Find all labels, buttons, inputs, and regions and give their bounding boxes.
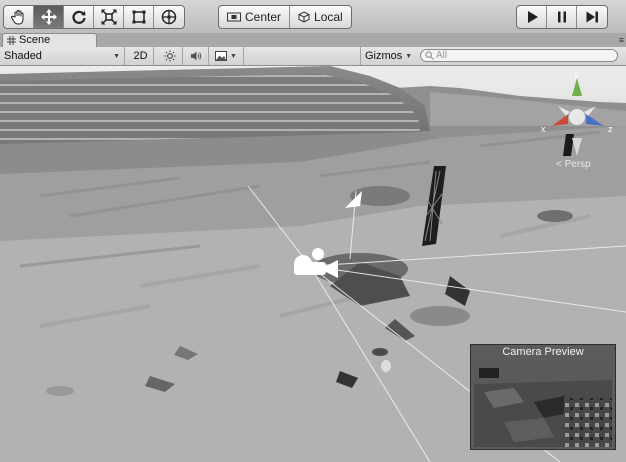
render-mode-label: Shaded xyxy=(4,50,42,62)
gizmos-label: Gizmos xyxy=(365,50,403,62)
transform-tools-group xyxy=(3,5,185,29)
image-icon xyxy=(215,51,227,61)
tab-scene[interactable]: Scene xyxy=(2,33,97,47)
scene-grid-icon xyxy=(7,36,16,45)
hand-icon xyxy=(10,10,23,25)
effects-dropdown[interactable]: ▼ xyxy=(211,47,244,65)
play-icon xyxy=(527,11,538,23)
axis-x-label: x xyxy=(541,124,546,134)
hand-tool-button[interactable] xyxy=(4,6,34,28)
rotate-tool-button[interactable] xyxy=(64,6,94,28)
search-icon xyxy=(425,51,434,60)
mode-2d-label: 2D xyxy=(133,50,148,62)
main-toolbar: Center Local xyxy=(0,0,626,34)
search-input[interactable]: All xyxy=(420,49,618,62)
chevron-down-icon: ▼ xyxy=(230,52,237,60)
camera-preview-image xyxy=(474,362,612,447)
space-label: Local xyxy=(314,10,343,24)
unity-editor-window: Center Local Scene ≡ Shaded ▼ 2D ▼ Gizmo… xyxy=(0,0,626,462)
space-local-button[interactable]: Local xyxy=(290,6,351,28)
rotate-icon xyxy=(71,10,86,24)
audio-toggle[interactable] xyxy=(183,47,209,65)
rect-tool-button[interactable] xyxy=(124,6,154,28)
pivot-label: Center xyxy=(245,10,282,24)
scene-toolbar: Shaded ▼ 2D ▼ Gizmos ▼ All xyxy=(0,47,626,66)
axis-z-label: z xyxy=(608,124,613,134)
rect-tool-icon xyxy=(132,10,145,24)
play-button[interactable] xyxy=(517,6,547,28)
pivot-group: Center Local xyxy=(218,5,352,29)
projection-toggle[interactable]: < Persp xyxy=(556,159,591,170)
tab-menu-icon[interactable]: ≡ xyxy=(619,35,624,45)
move-tool-button[interactable] xyxy=(34,6,64,28)
move-icon xyxy=(40,9,57,25)
transform-tool-button[interactable] xyxy=(154,6,184,28)
render-mode-dropdown[interactable]: Shaded ▼ xyxy=(0,47,125,65)
chevron-down-icon: ▼ xyxy=(113,52,120,60)
scale-tool-button[interactable] xyxy=(94,6,124,28)
speaker-icon xyxy=(190,51,201,61)
camera-preview-panel: Camera Preview xyxy=(470,344,616,450)
pause-icon xyxy=(557,11,566,23)
axis-y-label: y xyxy=(574,70,579,80)
tab-scene-label: Scene xyxy=(19,34,51,46)
step-button[interactable] xyxy=(577,6,607,28)
lighting-toggle[interactable] xyxy=(157,47,183,65)
step-icon xyxy=(586,11,598,23)
scale-icon xyxy=(100,9,117,25)
chevron-down-icon: ▼ xyxy=(405,52,413,60)
scene-viewport[interactable]: y x z < Persp Camera Preview xyxy=(0,66,626,462)
pause-button[interactable] xyxy=(547,6,577,28)
gizmos-dropdown[interactable]: Gizmos ▼ xyxy=(360,47,416,65)
playback-group xyxy=(516,5,608,29)
mode-2d-toggle[interactable]: 2D xyxy=(128,47,154,65)
pivot-icon xyxy=(227,12,241,22)
camera-preview-title: Camera Preview xyxy=(471,345,615,360)
cube-icon xyxy=(298,11,310,23)
sun-icon xyxy=(164,50,175,62)
tab-bar: Scene ≡ xyxy=(0,33,626,47)
search-placeholder: All xyxy=(436,50,448,61)
transform-icon xyxy=(161,9,177,25)
pivot-center-button[interactable]: Center xyxy=(219,6,291,28)
